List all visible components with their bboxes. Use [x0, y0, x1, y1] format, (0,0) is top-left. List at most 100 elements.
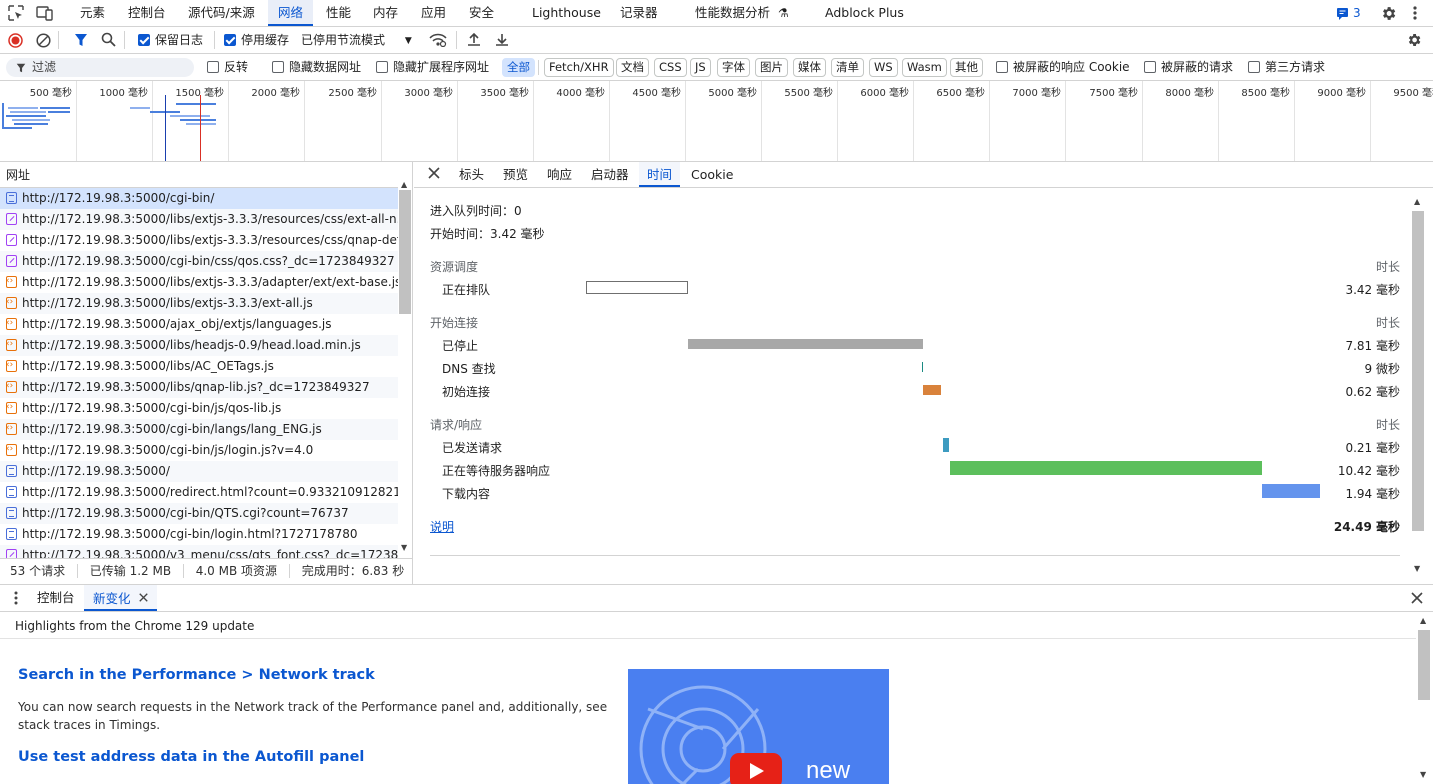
scroll-up-arrow-icon[interactable]: ▲	[1414, 197, 1420, 206]
export-har-icon[interactable]	[495, 32, 509, 47]
tab-console[interactable]: 控制台	[128, 0, 166, 26]
request-row[interactable]: http://172.19.98.3:5000/libs/AC_OETags.j…	[0, 356, 398, 377]
scroll-down-arrow-icon[interactable]: ▼	[1414, 564, 1420, 573]
clear-icon[interactable]	[36, 33, 51, 48]
overview-gridline	[761, 81, 762, 161]
request-row[interactable]: http://172.19.98.3:5000/cgi-bin/css/qos.…	[0, 251, 398, 272]
tab-memory[interactable]: 内存	[373, 0, 398, 26]
request-row[interactable]: http://172.19.98.3:5000/libs/extjs-3.3.3…	[0, 209, 398, 230]
request-row[interactable]: http://172.19.98.3:5000/ajax_obj/extjs/l…	[0, 314, 398, 335]
issues-counter[interactable]: 3	[1336, 6, 1361, 20]
scrollbar-thumb[interactable]	[1418, 630, 1430, 700]
request-row[interactable]: http://172.19.98.3:5000/cgi-bin/QTS.cgi?…	[0, 503, 398, 524]
tab-headers[interactable]: 标头	[459, 162, 484, 187]
scroll-down-arrow-icon[interactable]: ▼	[1420, 770, 1426, 779]
type-filter-ws[interactable]: WS	[869, 58, 898, 77]
hide-extension-urls-checkbox[interactable]: 隐藏扩展程序网址	[376, 54, 489, 81]
type-filter-all[interactable]: 全部	[502, 58, 535, 77]
third-party-checkbox[interactable]: 第三方请求	[1248, 54, 1325, 81]
request-url: http://172.19.98.3:5000/libs/qnap-lib.js…	[22, 380, 370, 394]
request-row[interactable]: http://172.19.98.3:5000/libs/extjs-3.3.3…	[0, 272, 398, 293]
throttling-select[interactable]: 已停用节流模式 ▼	[301, 27, 412, 53]
disable-cache-checkbox[interactable]: 停用缓存	[224, 27, 289, 53]
tab-initiator[interactable]: 启动器	[591, 162, 629, 187]
scroll-up-arrow-icon[interactable]: ▲	[401, 180, 407, 189]
tab-performance[interactable]: 性能	[326, 0, 351, 26]
request-row[interactable]: http://172.19.98.3:5000/cgi-bin/js/qos-l…	[0, 398, 398, 419]
tab-recorder[interactable]: 记录器	[620, 0, 658, 26]
tab-timing[interactable]: 时间	[639, 162, 681, 187]
request-row[interactable]: http://172.19.98.3:5000/cgi-bin/login.ht…	[0, 524, 398, 545]
scroll-up-arrow-icon[interactable]: ▲	[1420, 616, 1426, 625]
stop-recording-icon[interactable]	[8, 33, 23, 48]
tab-sources[interactable]: 源代码/来源	[188, 0, 255, 26]
type-filter-css[interactable]: CSS	[654, 58, 687, 77]
network-settings-gear-icon[interactable]	[1406, 32, 1422, 48]
type-filter-js[interactable]: JS	[690, 58, 711, 77]
invert-checkbox[interactable]: 反转	[207, 54, 248, 81]
scrollbar-thumb[interactable]	[1412, 211, 1424, 531]
url-column-header[interactable]: 网址	[0, 162, 413, 188]
settings-gear-icon[interactable]	[1380, 5, 1397, 22]
tab-lighthouse[interactable]: Lighthouse	[532, 0, 601, 26]
type-filter-fetch-xhr[interactable]: Fetch/XHR	[544, 58, 614, 77]
drawer-scrollbar[interactable]: ▲ ▼	[1418, 614, 1431, 784]
request-row[interactable]: http://172.19.98.3:5000/cgi-bin/langs/la…	[0, 419, 398, 440]
preserve-log-checkbox[interactable]: 保留日志	[138, 27, 203, 53]
network-conditions-icon[interactable]	[429, 33, 447, 47]
tab-adblock-plus[interactable]: Adblock Plus	[825, 0, 904, 26]
device-toolbar-icon[interactable]	[36, 5, 54, 21]
type-filter-img[interactable]: 图片	[755, 58, 788, 77]
close-tab-icon[interactable]	[138, 592, 148, 602]
drawer-tab-console[interactable]: 控制台	[37, 585, 75, 611]
more-options-icon[interactable]	[1412, 5, 1418, 21]
tab-cookies[interactable]: Cookie	[691, 162, 733, 187]
started-at: 开始时间：3.42 毫秒	[430, 227, 545, 241]
request-row[interactable]: http://172.19.98.3:5000/libs/extjs-3.3.3…	[0, 293, 398, 314]
request-row[interactable]: http://172.19.98.3:5000/cgi-bin/	[0, 188, 398, 209]
type-filter-font[interactable]: 字体	[717, 58, 750, 77]
request-row[interactable]: http://172.19.98.3:5000/libs/qnap-lib.js…	[0, 377, 398, 398]
tab-response[interactable]: 响应	[547, 162, 572, 187]
inspect-element-icon[interactable]	[8, 5, 24, 21]
request-row[interactable]: http://172.19.98.3:5000/v3_menu/css/qts_…	[0, 545, 398, 558]
close-details-icon[interactable]	[428, 167, 440, 179]
tab-performance-insights[interactable]: 性能数据分析 ⚗	[695, 0, 789, 26]
timing-scrollbar[interactable]: ▲ ▼	[1412, 197, 1425, 583]
type-filter-other[interactable]: 其他	[950, 58, 983, 77]
request-row[interactable]: http://172.19.98.3:5000/libs/headjs-0.9/…	[0, 335, 398, 356]
tab-elements[interactable]: 元素	[80, 0, 105, 26]
type-filter-media[interactable]: 媒体	[793, 58, 826, 77]
blocked-cookies-checkbox[interactable]: 被屏蔽的响应 Cookie	[996, 54, 1130, 81]
whats-new-video-thumbnail[interactable]: new	[628, 669, 889, 784]
close-drawer-icon[interactable]	[1411, 592, 1423, 604]
type-filter-manifest[interactable]: 清单	[831, 58, 864, 77]
feature-heading-autofill[interactable]: Use test address data in the Autofill pa…	[18, 749, 364, 765]
tab-security[interactable]: 安全	[469, 0, 494, 26]
type-filter-doc[interactable]: 文档	[616, 58, 649, 77]
scrollbar-thumb[interactable]	[399, 190, 411, 314]
type-filter-wasm[interactable]: Wasm	[902, 58, 947, 77]
explanation-link[interactable]: 说明	[430, 518, 454, 535]
tab-application[interactable]: 应用	[421, 0, 446, 26]
request-row[interactable]: http://172.19.98.3:5000/	[0, 461, 398, 482]
network-overview-timeline[interactable]: 500 毫秒 1000 毫秒 1500 毫秒 2000 毫秒 2500 毫秒 3000 毫…	[0, 81, 1433, 162]
play-button-icon[interactable]	[730, 753, 782, 784]
request-row[interactable]: http://172.19.98.3:5000/redirect.html?co…	[0, 482, 398, 503]
import-har-icon[interactable]	[467, 32, 481, 47]
hide-data-urls-checkbox[interactable]: 隐藏数据网址	[272, 54, 361, 81]
drawer-menu-icon[interactable]	[13, 591, 19, 605]
blocked-requests-checkbox[interactable]: 被屏蔽的请求	[1144, 54, 1233, 81]
search-icon[interactable]	[101, 32, 116, 47]
tab-preview[interactable]: 预览	[503, 162, 528, 187]
tab-network[interactable]: 网络	[268, 0, 314, 26]
request-row[interactable]: http://172.19.98.3:5000/cgi-bin/js/login…	[0, 440, 398, 461]
drawer-tab-whats-new[interactable]: 新变化	[84, 585, 157, 611]
request-row[interactable]: http://172.19.98.3:5000/libs/extjs-3.3.3…	[0, 230, 398, 251]
filter-funnel-icon[interactable]	[74, 33, 88, 47]
request-url: http://172.19.98.3:5000/libs/extjs-3.3.3…	[22, 275, 398, 289]
request-list-scrollbar[interactable]: ▲ ▼	[398, 178, 413, 558]
feature-heading-network-track[interactable]: Search in the Performance > Network trac…	[18, 667, 375, 683]
scroll-down-arrow-icon[interactable]: ▼	[401, 543, 407, 552]
filter-input[interactable]: 过滤	[6, 58, 194, 77]
